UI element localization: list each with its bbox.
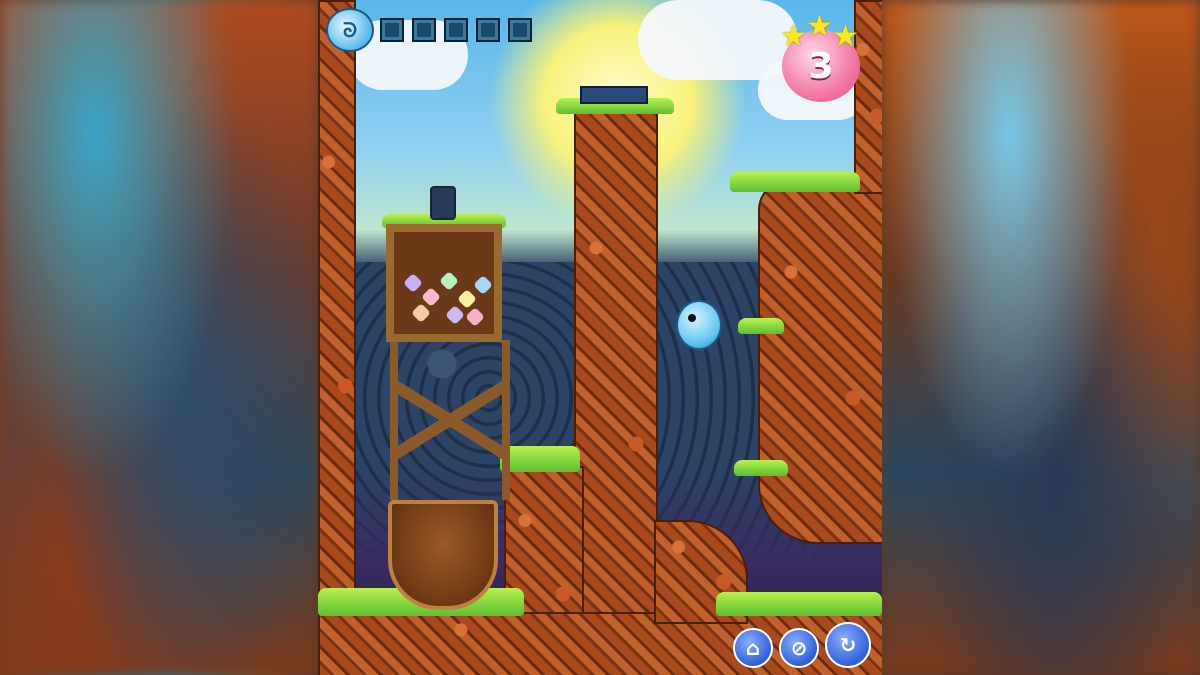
lantern xyxy=(430,186,456,220)
wooden-tower-frame xyxy=(390,340,510,500)
grass-ledge-right-mid xyxy=(738,318,784,334)
star-icon: ★ xyxy=(780,19,807,54)
rock-wall-left xyxy=(318,0,356,644)
clay-pot xyxy=(388,500,498,610)
grass-ledge-center xyxy=(500,446,580,472)
grass-ledge-right-top xyxy=(730,172,860,192)
item-slot xyxy=(412,18,436,42)
item-slot xyxy=(444,18,468,42)
rock-pillar-center xyxy=(574,106,658,670)
sound-muted-icon: ⊘ xyxy=(790,636,808,660)
star-rating: ★ ★ ★ xyxy=(780,9,862,52)
item-slot xyxy=(476,18,500,42)
item-slot xyxy=(380,18,404,42)
restart-button[interactable]: ↻ xyxy=(825,622,871,668)
sound-button[interactable]: ⊘ xyxy=(779,628,819,668)
star-icon: ★ xyxy=(832,19,859,54)
item-slot xyxy=(508,18,532,42)
bird-logo-icon: ᘐ xyxy=(326,8,374,52)
grass-ground-right xyxy=(716,592,882,616)
home-button[interactable]: ⌂ xyxy=(733,628,773,668)
rock-cliff-right xyxy=(758,180,882,544)
blurred-backdrop-left xyxy=(0,0,318,675)
level-number: 3 xyxy=(808,45,834,87)
switch-platform[interactable] xyxy=(580,86,648,104)
item-slots xyxy=(380,18,532,42)
home-icon: ⌂ xyxy=(745,636,761,660)
bird-eye xyxy=(688,314,696,322)
blurred-backdrop-right xyxy=(882,0,1200,675)
star-icon: ★ xyxy=(806,9,833,44)
restart-icon: ↻ xyxy=(839,633,857,657)
grass-ledge-right-low xyxy=(734,460,788,476)
player-bird[interactable] xyxy=(676,300,722,350)
game-viewport[interactable] xyxy=(318,0,882,675)
